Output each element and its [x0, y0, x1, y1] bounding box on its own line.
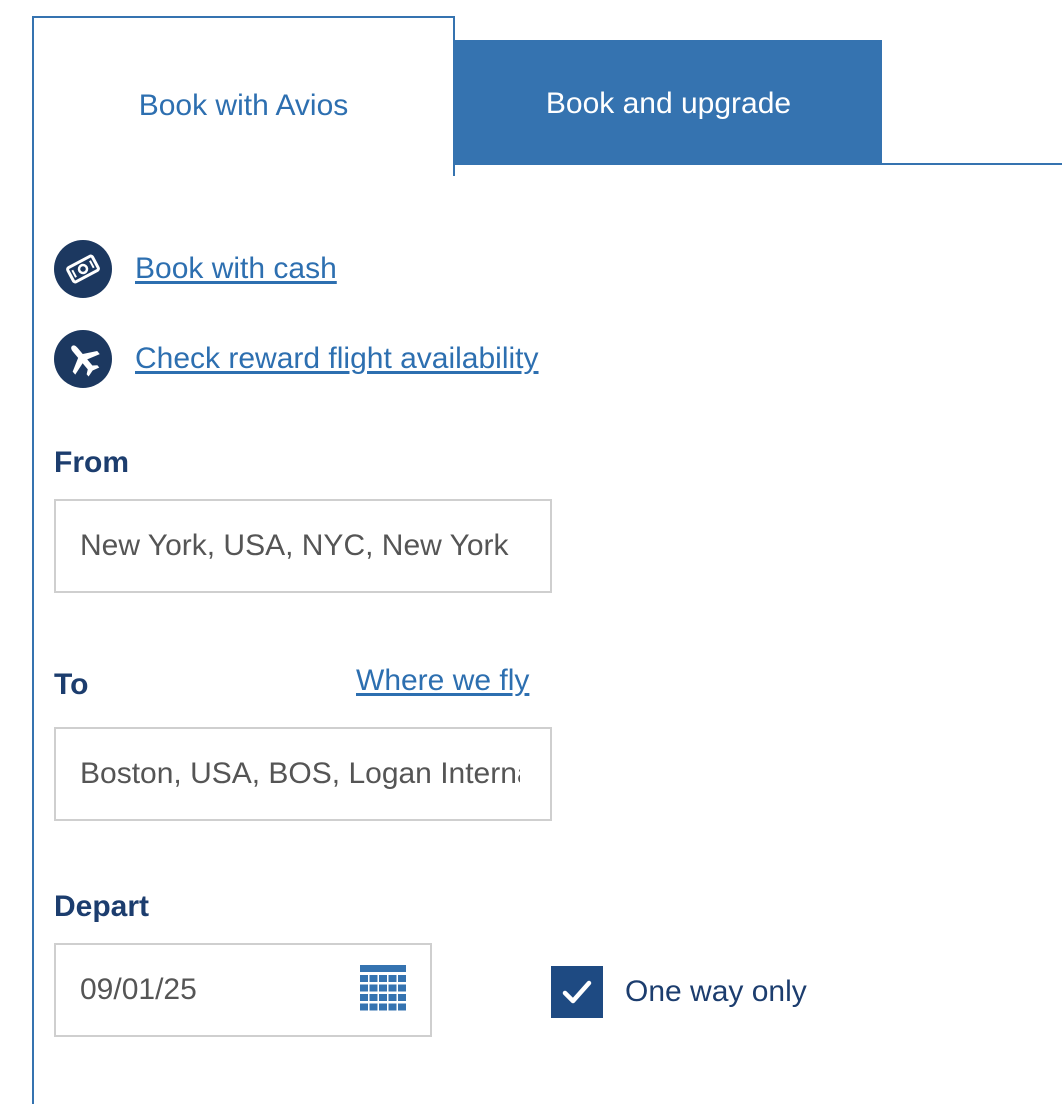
book-with-cash-link[interactable]: Book with cash — [135, 251, 337, 287]
where-we-fly-link[interactable]: Where we fly — [356, 663, 529, 699]
depart-label: Depart — [54, 890, 150, 923]
from-label: From — [54, 446, 129, 479]
check-reward-flight-link[interactable]: Check reward flight availability — [135, 341, 539, 377]
tab-book-and-upgrade[interactable]: Book and upgrade — [455, 40, 882, 165]
checkmark-icon — [562, 980, 592, 1004]
tab-book-with-avios[interactable]: Book with Avios — [32, 16, 455, 176]
plane-icon — [54, 330, 112, 388]
one-way-only-label: One way only — [625, 975, 807, 1008]
to-field — [54, 727, 552, 821]
check-reward-row: Check reward flight availability — [54, 330, 539, 388]
to-label: To — [54, 668, 89, 701]
depart-field — [54, 943, 432, 1037]
depart-date-input[interactable] — [80, 945, 340, 1035]
panel-left-border — [32, 176, 34, 1104]
tab-book-and-upgrade-label: Book and upgrade — [545, 87, 792, 120]
from-input[interactable] — [80, 501, 520, 591]
cash-icon — [54, 240, 112, 298]
booking-panel: Book with Avios Book and upgrade Book wi… — [0, 0, 1062, 1104]
one-way-checkbox[interactable] — [551, 966, 603, 1018]
one-way-only-option[interactable]: One way only — [551, 966, 807, 1018]
tab-divider — [880, 163, 1062, 165]
tab-book-with-avios-label: Book with Avios — [138, 89, 349, 122]
calendar-icon[interactable] — [360, 965, 406, 1013]
book-with-cash-row: Book with cash — [54, 240, 337, 298]
to-input[interactable] — [80, 729, 520, 819]
from-field — [54, 499, 552, 593]
